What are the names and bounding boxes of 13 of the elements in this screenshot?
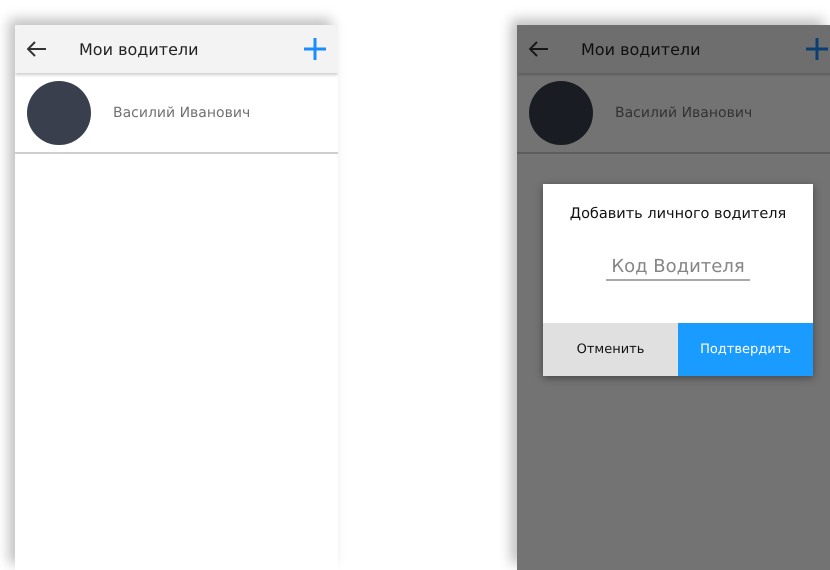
dialog-title: Добавить личного водителя: [570, 206, 786, 222]
back-arrow-icon[interactable]: [27, 41, 47, 57]
driver-row[interactable]: Василий Иванович: [15, 73, 338, 154]
plus-icon[interactable]: [303, 37, 327, 61]
driver-name: Василий Иванович: [113, 104, 250, 120]
plus-icon[interactable]: [805, 37, 829, 61]
screen-title: Мои водители: [581, 40, 702, 58]
driver-code-field[interactable]: Код Водителя: [606, 256, 750, 281]
screen-title: Мои водители: [79, 40, 200, 58]
driver-name: Василий Иванович: [615, 104, 752, 120]
cancel-button[interactable]: Отменить: [543, 323, 678, 376]
driver-row[interactable]: Василий Иванович: [517, 73, 830, 154]
confirm-button[interactable]: Подтвердить: [678, 323, 813, 376]
